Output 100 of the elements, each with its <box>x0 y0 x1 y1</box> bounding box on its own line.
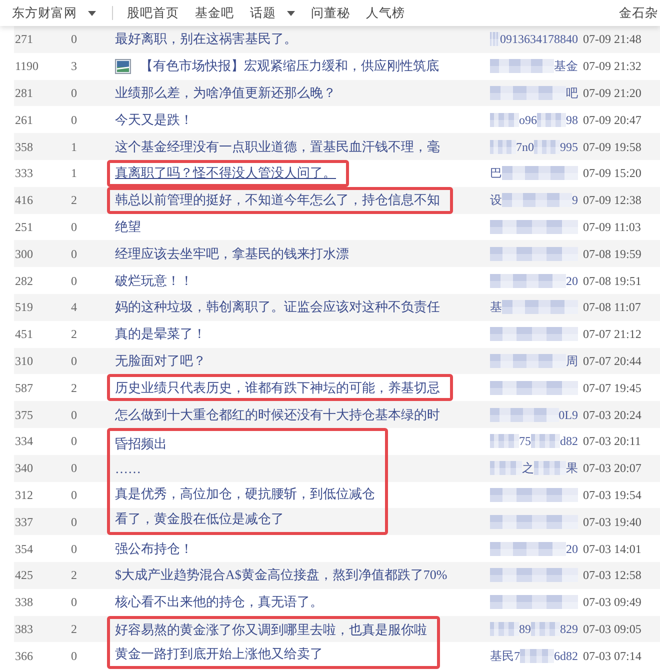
reply-count: 0 <box>70 648 77 663</box>
author-name[interactable]: 0L9 <box>558 408 578 422</box>
author-name[interactable]: d82 <box>560 434 578 448</box>
post-time: 07-03 14:01 <box>582 542 642 556</box>
author-name[interactable]: 829 <box>560 622 578 636</box>
author-name[interactable]: 89 <box>519 622 531 636</box>
post-title-link[interactable]: 妈的这种垃圾，韩创离职了。证监会应该对这种不负责任 <box>115 299 440 316</box>
post-title-link[interactable]: 昏招频出 <box>115 436 167 452</box>
nav-link[interactable]: 股吧首页 <box>127 5 179 21</box>
nav-link[interactable]: 人气榜 <box>366 5 405 21</box>
author-name[interactable]: 995 <box>560 140 578 154</box>
post-time: 07-03 20:24 <box>582 408 642 422</box>
reply-count: 0 <box>70 514 77 529</box>
author-name[interactable]: 7n0 <box>516 140 534 154</box>
author-name[interactable]: 20 <box>566 542 578 556</box>
author-name[interactable]: 6d82 <box>554 648 578 663</box>
post-title-link[interactable]: 这个基金经理没有一点职业道德，置基民血汗钱不理，毫 <box>115 138 440 155</box>
blurred-patch <box>490 140 516 154</box>
author-name[interactable]: 吧 <box>566 86 578 100</box>
read-count: 261 <box>14 112 33 127</box>
reply-count: 0 <box>70 112 77 127</box>
blurred-patch <box>490 408 559 422</box>
post-title-link[interactable]: 真的是晕菜了！ <box>115 326 206 342</box>
reply-count: 2 <box>70 193 77 208</box>
author-name[interactable]: 基民7 <box>490 648 520 663</box>
post-time: 07-07 20:44 <box>582 354 642 368</box>
author-name[interactable]: 之 <box>522 461 534 476</box>
author-name[interactable]: 9 <box>572 193 578 208</box>
nav-link[interactable]: 东方财富网 <box>12 5 96 21</box>
read-count: 358 <box>14 140 33 154</box>
author-name[interactable]: 基金 <box>554 59 578 74</box>
post-title-link[interactable]: 历史业绩只代表历史，谁都有跌下神坛的可能，养基切忌 <box>115 380 440 396</box>
post-title-link[interactable]: 强公布持仓！ <box>115 540 193 557</box>
read-count: 334 <box>14 434 33 448</box>
author-name[interactable]: 果 <box>566 461 578 476</box>
author-name[interactable]: 基 <box>490 300 502 314</box>
post-time: 07-09 21:48 <box>582 32 642 46</box>
read-count: 519 <box>14 300 33 314</box>
read-count: 338 <box>14 595 33 610</box>
post-title-link[interactable]: 经理应该去坐牢吧，拿基民的钱来打水漂 <box>115 246 349 262</box>
nav-link[interactable]: 金石杂 <box>619 5 658 21</box>
post-time: 07-09 11:03 <box>582 220 641 234</box>
post-time: 07-03 12:58 <box>582 568 642 582</box>
post-title-link[interactable]: 韩总以前管理的挺好，不知道今年怎么了，持仓信息不知 <box>115 192 440 208</box>
read-count: 281 <box>14 86 33 100</box>
read-count: 271 <box>14 32 33 46</box>
post-title-link[interactable]: 真离职了吗？怪不得没人管没人问了。 <box>115 165 336 182</box>
post-title-link[interactable]: 无脸面对了吧？ <box>115 352 206 369</box>
author-name[interactable]: 巴 <box>490 166 502 180</box>
reply-count: 2 <box>70 622 77 636</box>
reply-count: 0 <box>70 274 77 288</box>
author-name[interactable]: 设 <box>490 193 502 208</box>
post-title-link[interactable]: 【有色市场快报】宏观紧缩压力缓和，供应刚性筑底 <box>115 58 439 74</box>
read-count: 375 <box>14 408 33 422</box>
post-title-link[interactable]: 绝望 <box>115 218 141 235</box>
post-time: 07-09 20:47 <box>582 112 642 127</box>
post-title-link[interactable]: 核心看不出来他的持仓，真无语了。 <box>115 594 323 610</box>
post-time: 07-03 07:14 <box>582 648 642 663</box>
nav-link[interactable]: 问董秘 <box>311 5 350 21</box>
post-title-link[interactable]: …… <box>115 460 141 477</box>
reply-count: 1 <box>70 166 77 180</box>
nav-link[interactable]: 话题 <box>250 5 295 21</box>
post-time: 07-08 19:59 <box>582 246 642 261</box>
author-name[interactable]: 98 <box>566 112 578 127</box>
post-title-link[interactable]: 业绩那么差，为啥净值更新还那么晚？ <box>115 84 336 101</box>
author-name[interactable]: o96 <box>519 112 537 127</box>
read-count: 587 <box>14 380 33 395</box>
post-title-link[interactable]: 好容易熬的黄金涨了你又调到哪里去啦，也真是服你啦 <box>115 622 427 638</box>
post-title-link[interactable]: 破烂玩意！！ <box>115 272 193 289</box>
author-name[interactable]: 75 <box>519 434 531 448</box>
reply-count: 0 <box>70 408 77 422</box>
post-title-link[interactable]: 看了，黄金股在低位是减仓了 <box>115 511 284 528</box>
blurred-patch <box>502 193 572 208</box>
read-count: 282 <box>14 274 33 288</box>
blurred-patch <box>534 140 560 154</box>
author-name[interactable]: 周 <box>566 354 578 368</box>
post-title-link[interactable]: 黄金一路打到底开始上涨他又给卖了 <box>115 646 323 662</box>
post-title-link[interactable]: 今天又是跌！ <box>115 112 193 128</box>
post-title-link[interactable]: 真是优秀，高位加仓，硬抗腰斩，到低位减仓 <box>115 486 375 502</box>
reply-count: 0 <box>70 246 77 261</box>
author-name[interactable]: 0913634178840 <box>500 32 578 46</box>
reply-count: 2 <box>70 327 77 342</box>
reply-count: 0 <box>70 434 77 448</box>
blurred-patch <box>490 434 519 448</box>
author-name[interactable]: 20 <box>566 274 578 288</box>
reply-count: 1 <box>70 140 77 154</box>
post-time: 07-08 19:51 <box>582 274 642 288</box>
post-time: 07-09 15:20 <box>582 166 642 180</box>
read-count: 312 <box>14 488 33 502</box>
read-count: 310 <box>14 354 33 368</box>
post-title-link[interactable]: 怎么做到十大重仓都红的时候还没有十大持仓基本绿的时 <box>115 406 440 423</box>
read-count: 1190 <box>14 59 39 74</box>
post-title-link[interactable]: 最好离职，别在这祸害基民了。 <box>115 31 297 48</box>
post-time: 07-03 09:05 <box>582 622 642 636</box>
nav-link[interactable]: 基金吧 <box>195 5 234 21</box>
reply-count: 0 <box>70 488 77 502</box>
read-count: 251 <box>14 220 33 234</box>
post-time: 07-03 20:07 <box>582 461 642 476</box>
reply-count: 2 <box>70 380 77 395</box>
post-title-link[interactable]: $大成产业趋势混合A$黄金高位接盘，熬到净值都跌了70% <box>115 567 448 584</box>
